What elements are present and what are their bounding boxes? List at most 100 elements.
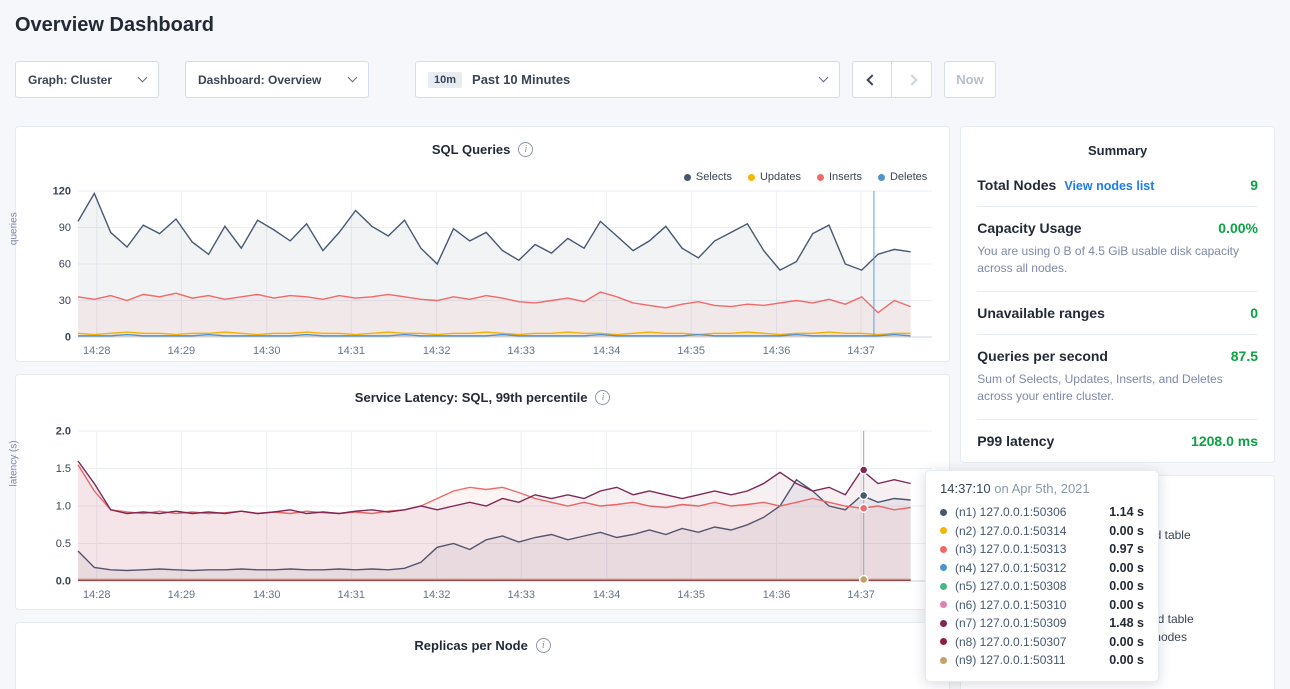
info-icon[interactable]: i <box>536 638 551 653</box>
summary-p99-latency: P99 latency 1208.0 ms <box>977 420 1258 462</box>
svg-text:30: 30 <box>59 295 71 307</box>
svg-text:14:32: 14:32 <box>423 589 451 601</box>
chart-header: Replicas per Node i <box>16 623 949 653</box>
capacity-usage-description: You are using 0 B of 4.5 GiB usable disk… <box>977 243 1253 278</box>
page-title: Overview Dashboard <box>15 14 1275 37</box>
capacity-usage-value: 0.00% <box>1218 220 1258 236</box>
tooltip-time: 14:37:10 <box>940 481 991 496</box>
series-dot-icon <box>940 601 947 608</box>
tooltip-node-row: (n5) 127.0.0.1:50308 0.00 s <box>940 577 1144 595</box>
series-dot-icon <box>940 657 947 664</box>
tooltip-node-value: 0.00 s <box>1109 598 1144 612</box>
tooltip-node-value: 1.14 s <box>1109 505 1144 519</box>
qps-description: Sum of Selects, Updates, Inserts, and De… <box>977 371 1253 406</box>
dashboard-selector-dropdown[interactable]: Dashboard: Overview <box>185 61 369 98</box>
tooltip-node-value: 0.00 s <box>1109 635 1144 649</box>
chevron-right-icon <box>906 74 917 85</box>
series-dot-icon <box>940 564 947 571</box>
legend-label: Updates <box>760 171 801 183</box>
time-forward-button[interactable] <box>892 61 932 98</box>
tooltip-node-row: (n1) 127.0.0.1:50306 1.14 s <box>940 503 1144 521</box>
tooltip-node-value: 1.48 s <box>1109 616 1144 630</box>
svg-text:14:37: 14:37 <box>847 345 875 357</box>
series-dot-icon <box>684 174 691 181</box>
y-axis-label: queries <box>9 212 20 245</box>
service-latency-chart[interactable]: 14:2814:2914:3014:3114:3214:3314:3414:35… <box>34 423 944 608</box>
legend-label: Deletes <box>890 171 927 183</box>
tooltip-node-row: (n3) 127.0.0.1:50313 0.97 s <box>940 540 1144 558</box>
time-range-dropdown[interactable]: 10m Past 10 Minutes <box>415 61 840 98</box>
svg-text:14:28: 14:28 <box>83 345 111 357</box>
time-range-label: Past 10 Minutes <box>472 72 820 87</box>
svg-text:14:34: 14:34 <box>593 345 621 357</box>
total-nodes-label: Total Nodes <box>977 177 1056 193</box>
dashboard-toolbar: Graph: Cluster Dashboard: Overview 10m P… <box>15 61 1275 98</box>
info-icon[interactable]: i <box>595 390 610 405</box>
graph-selector-dropdown[interactable]: Graph: Cluster <box>15 61 159 98</box>
series-dot-icon <box>878 174 885 181</box>
chart-legend: Selects Updates Inserts Deletes <box>684 171 927 183</box>
y-axis-label: latency (s) <box>9 440 20 486</box>
time-range-badge: 10m <box>428 72 462 88</box>
capacity-usage-label: Capacity Usage <box>977 220 1081 236</box>
chart-header: SQL Queries i <box>16 127 949 157</box>
info-icon[interactable]: i <box>518 142 533 157</box>
svg-text:14:36: 14:36 <box>763 589 791 601</box>
dashboard-selector-label: Dashboard: Overview <box>198 73 321 87</box>
chevron-left-icon <box>866 74 877 85</box>
sql-queries-chart-card: SQL Queries i Selects Updates Inserts <box>15 126 950 362</box>
service-latency-chart-card: Service Latency: SQL, 99th percentile i … <box>15 374 950 610</box>
tooltip-node-row: (n2) 127.0.0.1:50314 0.00 s <box>940 522 1144 540</box>
tooltip-node-label: (n7) 127.0.0.1:50309 <box>955 616 1066 630</box>
tooltip-node-label: (n8) 127.0.0.1:50307 <box>955 635 1066 649</box>
series-dot-icon <box>940 638 947 645</box>
tooltip-node-row: (n9) 127.0.0.1:50311 0.00 s <box>940 651 1144 669</box>
charts-column: SQL Queries i Selects Updates Inserts <box>15 126 950 689</box>
tooltip-node-row: (n4) 127.0.0.1:50312 0.00 s <box>940 559 1144 577</box>
summary-capacity-usage: Capacity Usage 0.00% You are using 0 B o… <box>977 207 1258 292</box>
tooltip-node-value: 0.00 s <box>1109 579 1144 593</box>
replicas-per-node-chart-card: Replicas per Node i <box>15 622 950 689</box>
time-step-buttons <box>852 61 932 98</box>
svg-text:60: 60 <box>59 259 71 271</box>
summary-panel: Summary Total Nodes View nodes list 9 Ca… <box>960 126 1275 463</box>
tooltip-node-value: 0.00 s <box>1109 561 1144 575</box>
tooltip-node-label: (n9) 127.0.0.1:50311 <box>955 653 1066 667</box>
time-back-button[interactable] <box>852 61 892 98</box>
unavailable-ranges-value: 0 <box>1250 305 1258 321</box>
chart-header: Service Latency: SQL, 99th percentile i <box>16 375 949 405</box>
unavailable-ranges-label: Unavailable ranges <box>977 305 1105 321</box>
svg-text:0.5: 0.5 <box>56 538 71 550</box>
tooltip-node-label: (n5) 127.0.0.1:50308 <box>955 579 1066 593</box>
legend-item-updates[interactable]: Updates <box>748 171 801 183</box>
svg-text:14:28: 14:28 <box>83 589 111 601</box>
event-item[interactable]: nodes <box>1154 630 1187 644</box>
tooltip-date: on Apr 5th, 2021 <box>991 481 1090 496</box>
svg-text:0: 0 <box>65 332 71 344</box>
view-nodes-list-link[interactable]: View nodes list <box>1064 179 1154 193</box>
sql-queries-chart[interactable]: 14:2814:2914:3014:3114:3214:3314:3414:35… <box>34 183 944 364</box>
tooltip-node-label: (n2) 127.0.0.1:50314 <box>955 524 1066 538</box>
legend-item-inserts[interactable]: Inserts <box>817 171 862 183</box>
tooltip-node-row: (n7) 127.0.0.1:50309 1.48 s <box>940 614 1144 632</box>
svg-text:1.5: 1.5 <box>56 463 71 475</box>
chevron-down-icon <box>819 73 829 83</box>
series-dot-icon <box>940 546 947 553</box>
legend-label: Selects <box>696 171 732 183</box>
summary-queries-per-second: Queries per second 87.5 Sum of Selects, … <box>977 335 1258 420</box>
svg-text:120: 120 <box>53 186 71 198</box>
svg-text:0.0: 0.0 <box>56 576 71 588</box>
svg-text:14:31: 14:31 <box>338 345 366 357</box>
svg-text:14:36: 14:36 <box>763 345 791 357</box>
svg-text:14:29: 14:29 <box>168 589 196 601</box>
series-dot-icon <box>748 174 755 181</box>
chart-hover-tooltip: 14:37:10 on Apr 5th, 2021 (n1) 127.0.0.1… <box>925 470 1159 682</box>
legend-item-selects[interactable]: Selects <box>684 171 732 183</box>
tooltip-node-label: (n3) 127.0.0.1:50313 <box>955 542 1066 556</box>
tooltip-node-label: (n4) 127.0.0.1:50312 <box>955 561 1066 575</box>
now-button[interactable]: Now <box>944 61 996 98</box>
tooltip-node-row: (n8) 127.0.0.1:50307 0.00 s <box>940 633 1144 651</box>
svg-text:14:31: 14:31 <box>338 589 366 601</box>
series-dot-icon <box>817 174 824 181</box>
legend-item-deletes[interactable]: Deletes <box>878 171 927 183</box>
